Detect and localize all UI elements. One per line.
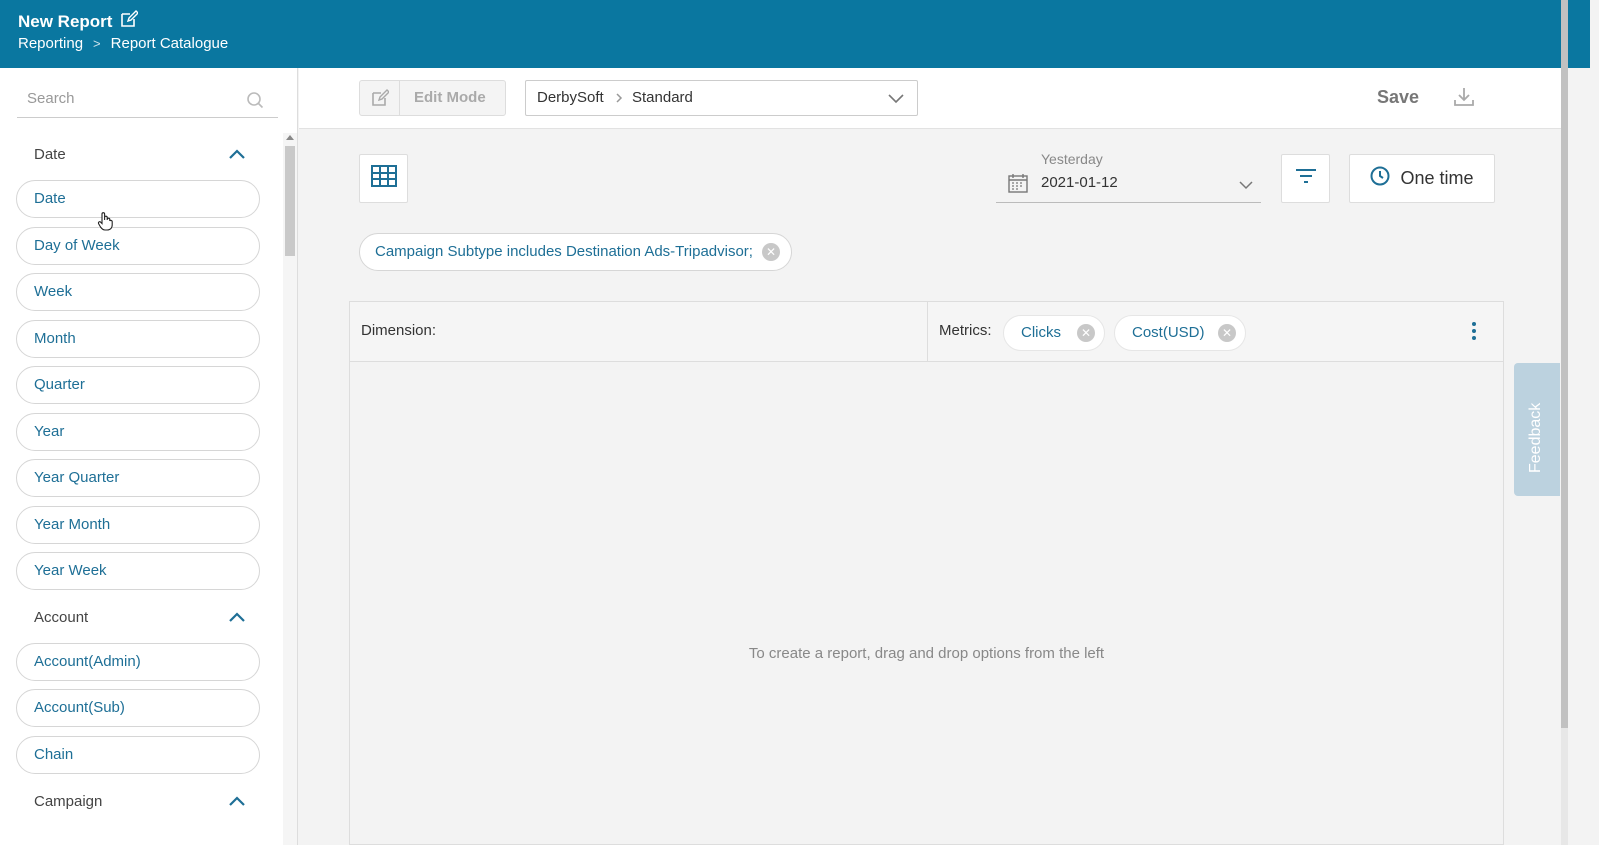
group-campaign-header[interactable]: Campaign [34,793,102,810]
field-sidebar: Search Date Date Day of Week Week Month … [0,68,298,845]
field-week[interactable]: Week [16,273,260,311]
collapse-account-icon[interactable] [228,610,246,628]
table-grid-icon [370,165,397,192]
selected-account: DerbySoft [537,89,604,106]
more-options-icon[interactable] [1471,321,1477,346]
report-header-row: Dimension: Metrics: Clicks ✕ Cost(USD) ✕ [350,302,1503,362]
sidebar-scrollbar[interactable] [283,133,297,845]
scroll-up-arrow[interactable] [286,135,294,140]
field-account-sub[interactable]: Account(Sub) [16,689,260,727]
schedule-label: One time [1400,168,1474,188]
dimension-label: Dimension: [361,322,437,339]
report-canvas[interactable]: Dimension: Metrics: Clicks ✕ Cost(USD) ✕… [349,301,1504,845]
remove-metric-icon[interactable]: ✕ [1218,324,1236,342]
field-year-month[interactable]: Year Month [16,506,260,544]
field-chain[interactable]: Chain [16,736,260,774]
calendar-icon [1008,173,1028,198]
account-view-select[interactable]: DerbySoft Standard [525,80,918,116]
schedule-button[interactable]: One time [1349,154,1495,203]
search-input[interactable]: Search [17,82,278,118]
field-account-admin[interactable]: Account(Admin) [16,643,260,681]
chevron-down-icon[interactable] [887,91,905,109]
selected-view: Standard [632,89,693,106]
save-button[interactable]: Save [1377,87,1419,108]
breadcrumb-separator: > [93,36,101,51]
metrics-label: Metrics: [939,322,992,339]
breadcrumb-report-catalogue[interactable]: Report Catalogue [111,35,229,52]
report-title-row: New Report [18,10,140,33]
filter-icon [1295,168,1317,189]
metric-chip-label: Clicks [1021,324,1061,341]
metric-chip-clicks[interactable]: Clicks ✕ [1003,315,1105,351]
scroll-thumb[interactable] [285,146,295,256]
date-range-picker[interactable]: Yesterday 2021-01-12 [996,148,1261,203]
edit-icon [360,81,400,115]
search-icon[interactable] [246,91,264,114]
page-scrollbar[interactable] [1561,0,1568,845]
report-toolbar: Edit Mode DerbySoft Standard Save [299,68,1561,129]
download-icon[interactable] [1453,86,1475,113]
empty-state-message: To create a report, drag and drop option… [748,645,1105,662]
group-date-header[interactable]: Date [34,146,66,163]
field-month[interactable]: Month [16,320,260,358]
metric-chip-label: Cost(USD) [1132,324,1205,341]
table-view-button[interactable] [359,154,408,203]
clock-icon [1370,166,1390,191]
filter-chip[interactable]: Campaign Subtype includes Destination Ad… [359,233,792,271]
field-day-of-week[interactable]: Day of Week [16,227,260,265]
report-title: New Report [18,11,113,31]
hand-cursor-icon [96,211,114,236]
search-placeholder: Search [27,90,75,107]
date-range-label: Yesterday [1041,151,1103,167]
feedback-label: Feedback [1527,402,1544,473]
date-range-value: 2021-01-12 [1041,174,1118,191]
field-year-quarter[interactable]: Year Quarter [16,459,260,497]
filter-chip-label: Campaign Subtype includes Destination Ad… [375,243,753,260]
breadcrumb-reporting[interactable]: Reporting [18,35,83,52]
collapse-date-icon[interactable] [228,147,246,165]
chevron-right-icon [615,91,623,109]
breadcrumb: Reporting > Report Catalogue [18,35,228,52]
edit-title-icon[interactable] [120,10,140,33]
field-date[interactable]: Date [16,180,260,218]
metric-chip-cost[interactable]: Cost(USD) ✕ [1114,315,1246,351]
header-divider [927,302,928,362]
remove-filter-icon[interactable]: ✕ [761,243,780,261]
field-list: Date Date Day of Week Week Month Quarter… [0,133,283,845]
filter-button[interactable] [1281,154,1330,203]
field-quarter[interactable]: Quarter [16,366,260,404]
top-bar: New Report Reporting > Report Catalogue [0,0,1590,68]
group-account-header[interactable]: Account [34,609,88,626]
field-year[interactable]: Year [16,413,260,451]
edit-mode-label: Edit Mode [414,89,486,106]
page-scroll-thumb[interactable] [1561,0,1568,728]
field-year-week[interactable]: Year Week [16,552,260,590]
feedback-tab[interactable]: Feedback [1514,363,1560,496]
chevron-down-icon[interactable] [1239,177,1253,195]
remove-metric-icon[interactable]: ✕ [1077,324,1095,342]
edit-mode-button[interactable]: Edit Mode [359,80,506,116]
collapse-campaign-icon[interactable] [228,794,246,812]
